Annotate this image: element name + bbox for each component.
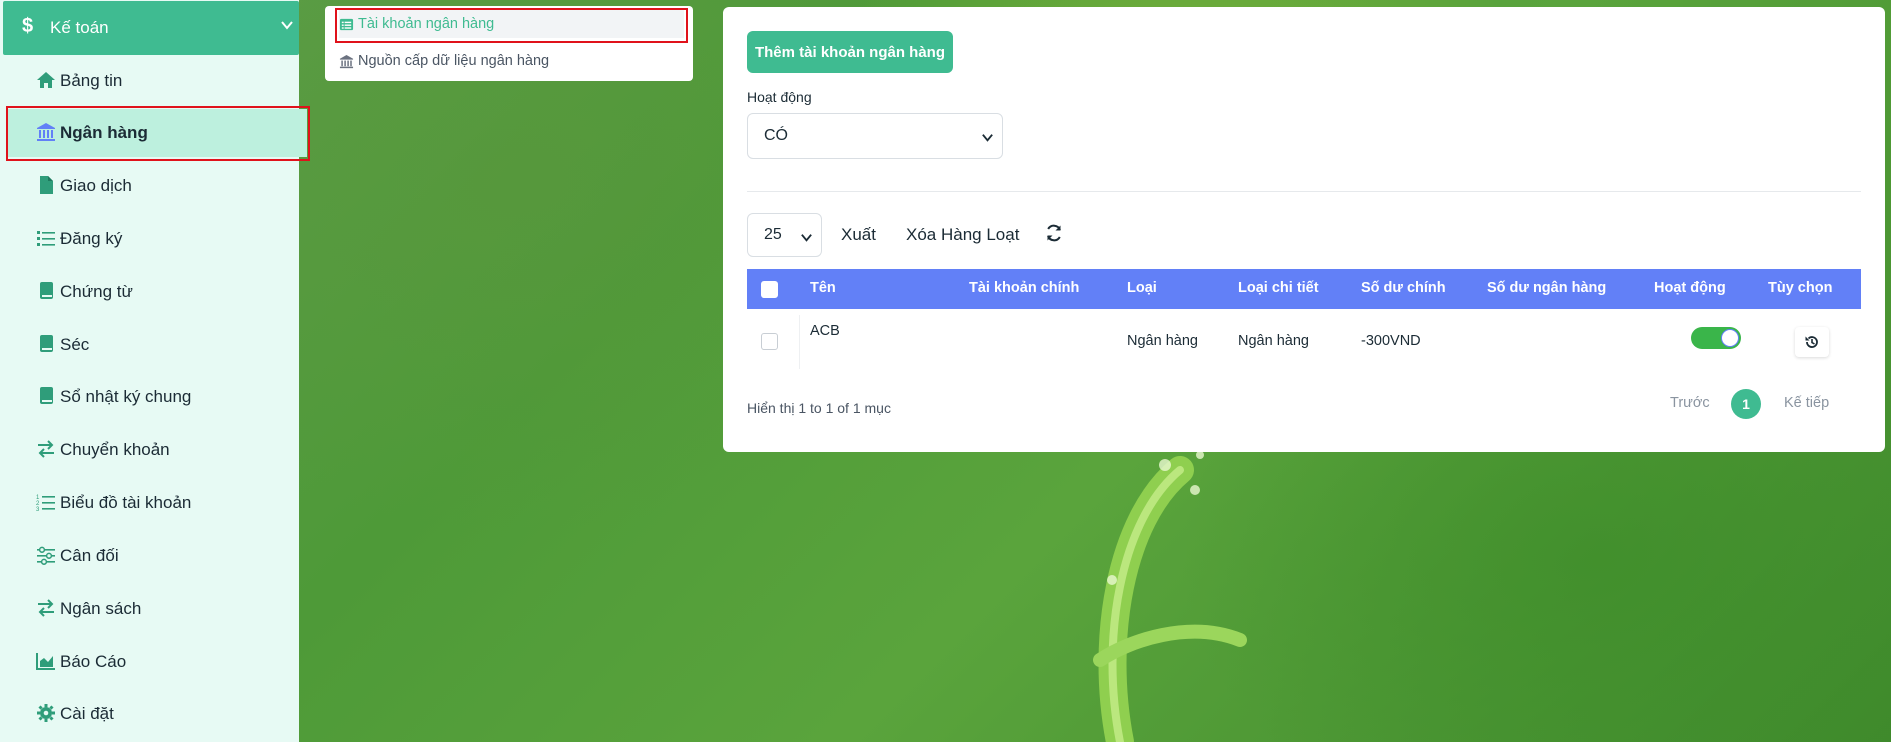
column-header-active[interactable]: Hoạt động <box>1654 280 1726 296</box>
filter-active-label: Hoạt động <box>747 89 812 105</box>
export-button[interactable]: Xuất <box>841 225 876 245</box>
gear-icon <box>37 704 55 722</box>
page-length-select[interactable]: 25 <box>747 213 822 257</box>
sidebar-item-label: Ngân sách <box>60 599 142 618</box>
cell-name[interactable]: ACB <box>810 323 840 339</box>
select-all-checkbox[interactable] <box>761 281 778 298</box>
column-header-bank-balance[interactable]: Số dư ngân hàng <box>1487 280 1606 296</box>
pagination-prev[interactable]: Trước <box>1670 395 1710 411</box>
column-header-options: Tùy chọn <box>1768 280 1833 296</box>
book-icon <box>40 387 53 404</box>
book-icon <box>40 282 53 299</box>
bank-submenu: Tài khoản ngân hàng Nguồn cấp dữ liệu ng… <box>325 6 693 81</box>
sidebar-item-label: Giao dịch <box>60 176 132 195</box>
table-row: ACB Ngân hàng Ngân hàng -300VND <box>747 309 1861 371</box>
column-header-parent-account[interactable]: Tài khoản chính <box>969 280 1079 296</box>
bank-accounts-card: Thêm tài khoản ngân hàng Hoạt động CÓ 25… <box>723 7 1885 452</box>
bank-icon <box>37 123 55 141</box>
sidebar-header-accounting[interactable]: $ Kế toán <box>3 1 299 55</box>
bulk-delete-button[interactable]: Xóa Hàng Loạt <box>906 225 1019 245</box>
table-header: Tên Tài khoản chính Loại Loại chi tiết S… <box>747 269 1861 309</box>
column-header-name[interactable]: Tên <box>810 280 836 296</box>
sidebar-item-journal[interactable]: Sổ nhật ký chung <box>8 373 308 421</box>
svg-text:3: 3 <box>36 507 40 512</box>
sidebar-item-label: Ngân hàng <box>60 123 148 142</box>
submenu-item-bank-feeds[interactable]: Nguồn cấp dữ liệu ngân hàng <box>339 47 684 75</box>
home-icon <box>37 72 55 88</box>
toggle-knob <box>1721 329 1739 347</box>
area-chart-icon <box>36 653 55 670</box>
submenu-item-bank-accounts[interactable]: Tài khoản ngân hàng <box>339 10 684 38</box>
row-checkbox[interactable] <box>761 333 778 350</box>
sidebar-item-transfer[interactable]: Chuyển khoản <box>8 426 308 474</box>
cell-detail-type: Ngân hàng <box>1238 333 1309 349</box>
page-length-value: 25 <box>764 226 782 243</box>
column-header-primary-balance[interactable]: Số dư chính <box>1361 280 1446 296</box>
sidebar-item-dashboard[interactable]: Bảng tin <box>8 57 308 105</box>
sidebar-item-label: Đăng ký <box>60 229 123 248</box>
sidebar-item-reports[interactable]: Báo Cáo <box>8 638 308 686</box>
sidebar-item-label: Biểu đồ tài khoản <box>60 493 192 512</box>
history-button[interactable] <box>1795 327 1829 357</box>
list-icon <box>37 231 55 246</box>
sidebar-item-label: Chuyển khoản <box>60 440 170 459</box>
sidebar-item-chart-of-accounts[interactable]: 123 Biểu đồ tài khoản <box>8 479 308 527</box>
sidebar-item-label: Sổ nhật ký chung <box>60 387 192 406</box>
divider <box>799 315 800 369</box>
bank-icon <box>339 54 354 68</box>
sidebar-item-vouchers[interactable]: Chứng từ <box>8 268 308 316</box>
column-header-detail-type[interactable]: Loại chi tiết <box>1238 280 1319 296</box>
list-icon <box>339 18 354 30</box>
transfer-icon <box>38 599 54 617</box>
pagination-page-1[interactable]: 1 <box>1731 389 1761 419</box>
sidebar-item-balance[interactable]: Cân đối <box>8 532 308 580</box>
sidebar-item-label: Cài đặt <box>60 704 114 723</box>
sidebar-item-transactions[interactable]: Giao dịch <box>8 162 308 210</box>
sidebar-item-label: Cân đối <box>60 546 119 565</box>
history-icon <box>1805 336 1818 348</box>
chevron-down-icon <box>982 134 993 142</box>
sidebar: $ Kế toán Bảng tin Ngân hàng Giao dịch Đ… <box>0 0 310 742</box>
column-header-type[interactable]: Loại <box>1127 280 1157 296</box>
chevron-down-icon <box>801 234 812 242</box>
table-info: Hiển thị 1 to 1 of 1 mục <box>747 400 891 416</box>
transfer-icon <box>38 440 54 458</box>
sidebar-item-label: Chứng từ <box>60 282 133 301</box>
pagination-next[interactable]: Kế tiếp <box>1784 395 1829 411</box>
cell-primary-balance: -300VND <box>1361 333 1421 349</box>
ordered-list-icon: 123 <box>36 495 55 512</box>
filter-active-value: CÓ <box>764 127 788 144</box>
sidebar-item-label: Séc <box>60 335 90 354</box>
sidebar-item-checks[interactable]: Séc <box>8 321 308 369</box>
add-bank-account-button[interactable]: Thêm tài khoản ngân hàng <box>747 31 953 73</box>
sidebar-item-label: Báo Cáo <box>60 652 127 671</box>
active-toggle[interactable] <box>1691 327 1741 349</box>
sidebar-item-label: Bảng tin <box>60 71 123 90</box>
sidebar-item-budget[interactable]: Ngân sách <box>8 585 308 633</box>
sliders-icon <box>37 546 55 565</box>
dollar-icon: $ <box>22 15 34 37</box>
chevron-down-icon <box>281 21 293 30</box>
book-icon <box>40 335 53 352</box>
submenu-item-label: Tài khoản ngân hàng <box>358 16 495 32</box>
filter-active-select[interactable]: CÓ <box>747 113 1003 159</box>
sidebar-item-registration[interactable]: Đăng ký <box>8 215 308 263</box>
submenu-item-label: Nguồn cấp dữ liệu ngân hàng <box>358 53 550 69</box>
sidebar-header-label: Kế toán <box>50 18 109 37</box>
sidebar-item-settings[interactable]: Cài đặt <box>8 690 308 738</box>
sidebar-item-bank[interactable]: Ngân hàng <box>8 109 307 157</box>
cell-type: Ngân hàng <box>1127 333 1198 349</box>
file-icon <box>40 176 53 194</box>
divider <box>747 191 1861 192</box>
refresh-icon[interactable] <box>1044 223 1064 243</box>
